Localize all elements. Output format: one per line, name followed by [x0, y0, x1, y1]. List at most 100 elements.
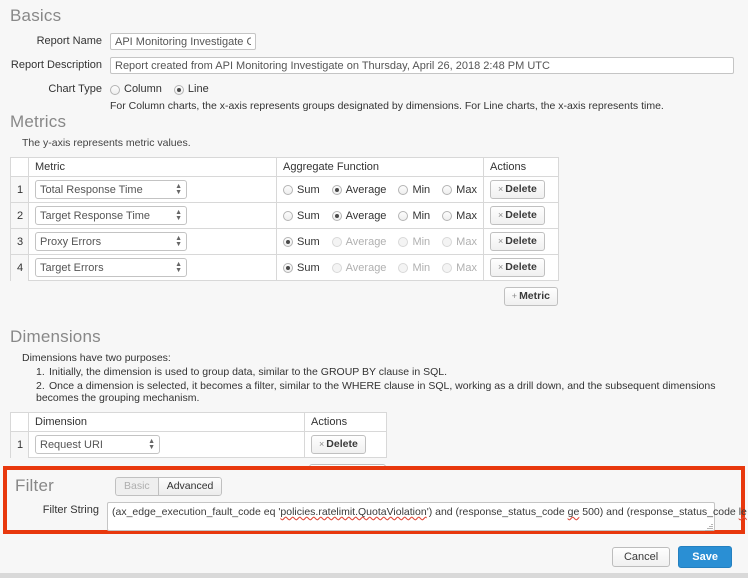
aggregate-option-label: Min: [412, 262, 430, 274]
delete-metric-button[interactable]: ×Delete: [490, 232, 545, 251]
metric-select-wrap[interactable]: Proxy Errors ▲▼: [35, 232, 187, 251]
metrics-section: Metrics The y-axis represents metric val…: [10, 112, 740, 306]
filter-mode-tabs: Basic Advanced: [115, 477, 222, 496]
aggregate-radio-group: Sum Average Min: [283, 262, 477, 274]
dimensions-bullet: 1.Initially, the dimension is used to gr…: [22, 366, 740, 378]
filter-string-textarea[interactable]: [107, 502, 715, 531]
aggregate-option-label: Sum: [297, 236, 320, 248]
aggregate-option-label: Min: [412, 210, 430, 222]
radio-icon[interactable]: [332, 185, 342, 195]
filter-section-highlight: Filter Basic Advanced Filter String (ax_…: [3, 466, 745, 534]
basics-section-title: Basics: [10, 6, 740, 26]
metric-cell: Total Response Time ▲▼: [29, 177, 277, 203]
radio-icon[interactable]: [398, 185, 408, 195]
aggregate-option-label: Max: [456, 236, 477, 248]
aggregate-option-sum[interactable]: Sum: [283, 262, 320, 274]
table-row: 1 Total Response Time ▲▼: [11, 177, 559, 203]
tab-basic[interactable]: Basic: [115, 477, 158, 496]
dimensions-bullet: 2.Once a dimension is selected, it becom…: [22, 380, 740, 404]
row-number: 2: [11, 203, 29, 229]
tab-advanced[interactable]: Advanced: [158, 477, 223, 496]
aggregate-option-max[interactable]: Max: [442, 184, 477, 196]
delete-metric-button[interactable]: ×Delete: [490, 258, 545, 277]
aggregate-radio-group: Sum Average Min: [283, 236, 477, 248]
metrics-column-actions: Actions: [484, 158, 559, 177]
metric-select-wrap[interactable]: Target Response Time ▲▼: [35, 206, 187, 225]
aggregate-option-sum[interactable]: Sum: [283, 236, 320, 248]
row-number: 1: [11, 432, 29, 458]
chart-type-option-label: Column: [124, 82, 162, 97]
aggregate-option-max: Max: [442, 236, 477, 248]
chart-type-option-column[interactable]: Column: [110, 82, 162, 97]
aggregate-option-max: Max: [442, 262, 477, 274]
report-name-input[interactable]: [110, 33, 256, 50]
dimensions-section-title: Dimensions: [10, 327, 740, 347]
radio-icon: [398, 237, 408, 247]
aggregate-option-label: Max: [456, 262, 477, 274]
window-bottom-edge: [0, 573, 748, 578]
cancel-button[interactable]: Cancel: [612, 547, 670, 567]
bullet-number: 2.: [36, 380, 49, 392]
dimensions-description: Dimensions have two purposes: 1.Initiall…: [22, 352, 740, 404]
metrics-hint: The y-axis represents metric values.: [22, 137, 740, 149]
aggregate-option-max[interactable]: Max: [442, 210, 477, 222]
filter-string-label: Filter String: [15, 502, 107, 519]
radio-icon[interactable]: [332, 211, 342, 221]
radio-icon[interactable]: [283, 263, 293, 273]
metric-select[interactable]: Target Errors: [35, 258, 187, 277]
dimension-select[interactable]: Request URI: [35, 435, 160, 454]
chart-type-option-line[interactable]: Line: [174, 82, 209, 97]
radio-icon[interactable]: [283, 211, 293, 221]
delete-dimension-button[interactable]: ×Delete: [311, 435, 366, 454]
add-metric-label: Metric: [519, 290, 550, 302]
dimension-select-wrap[interactable]: Request URI ▲▼: [35, 435, 160, 454]
metric-select[interactable]: Proxy Errors: [35, 232, 187, 251]
report-editor-page: Basics Report Name Report Description Ch…: [0, 0, 748, 578]
delete-metric-button[interactable]: ×Delete: [490, 180, 545, 199]
radio-icon[interactable]: [398, 211, 408, 221]
close-icon: ×: [498, 210, 503, 220]
add-metric-button[interactable]: +Metric: [504, 287, 558, 306]
metric-select[interactable]: Total Response Time: [35, 180, 187, 199]
aggregate-option-label: Average: [346, 210, 387, 222]
report-description-input[interactable]: [110, 57, 734, 74]
basics-section: Basics Report Name Report Description Ch…: [10, 6, 740, 112]
radio-icon[interactable]: [174, 85, 184, 95]
metric-cell: Proxy Errors ▲▼: [29, 229, 277, 255]
aggregate-option-sum[interactable]: Sum: [283, 210, 320, 222]
delete-metric-button[interactable]: ×Delete: [490, 206, 545, 225]
metric-select[interactable]: Target Response Time: [35, 206, 187, 225]
aggregate-option-min[interactable]: Min: [398, 184, 430, 196]
aggregate-option-min[interactable]: Min: [398, 210, 430, 222]
delete-label: Delete: [505, 209, 537, 221]
radio-icon: [442, 263, 452, 273]
actions-cell: ×Delete: [484, 255, 559, 281]
metrics-section-title: Metrics: [10, 112, 740, 132]
radio-icon[interactable]: [442, 185, 452, 195]
radio-icon[interactable]: [110, 85, 120, 95]
save-button[interactable]: Save: [678, 546, 732, 568]
aggregate-cell: Sum Average Min: [277, 203, 484, 229]
radio-icon[interactable]: [283, 185, 293, 195]
dimensions-table: Dimension Actions 1 Request URI ▲▼: [10, 412, 387, 458]
radio-icon[interactable]: [283, 237, 293, 247]
report-name-label: Report Name: [10, 33, 110, 50]
aggregate-option-average[interactable]: Average: [332, 184, 387, 196]
form-footer: Cancel Save: [0, 546, 740, 568]
radio-icon: [398, 263, 408, 273]
aggregate-radio-group: Sum Average Min: [283, 184, 477, 196]
rownum-header: [11, 413, 29, 432]
rownum-header: [11, 158, 29, 177]
metrics-column-aggregate: Aggregate Function: [277, 158, 484, 177]
aggregate-cell: Sum Average Min: [277, 177, 484, 203]
radio-icon[interactable]: [442, 211, 452, 221]
metric-select-wrap[interactable]: Target Errors ▲▼: [35, 258, 187, 277]
aggregate-option-average[interactable]: Average: [332, 210, 387, 222]
aggregate-option-sum[interactable]: Sum: [283, 184, 320, 196]
delete-label: Delete: [505, 183, 537, 195]
table-row: 2 Target Response Time ▲▼: [11, 203, 559, 229]
metric-select-wrap[interactable]: Total Response Time ▲▼: [35, 180, 187, 199]
aggregate-cell: Sum Average Min: [277, 229, 484, 255]
radio-icon: [332, 237, 342, 247]
radio-icon: [442, 237, 452, 247]
